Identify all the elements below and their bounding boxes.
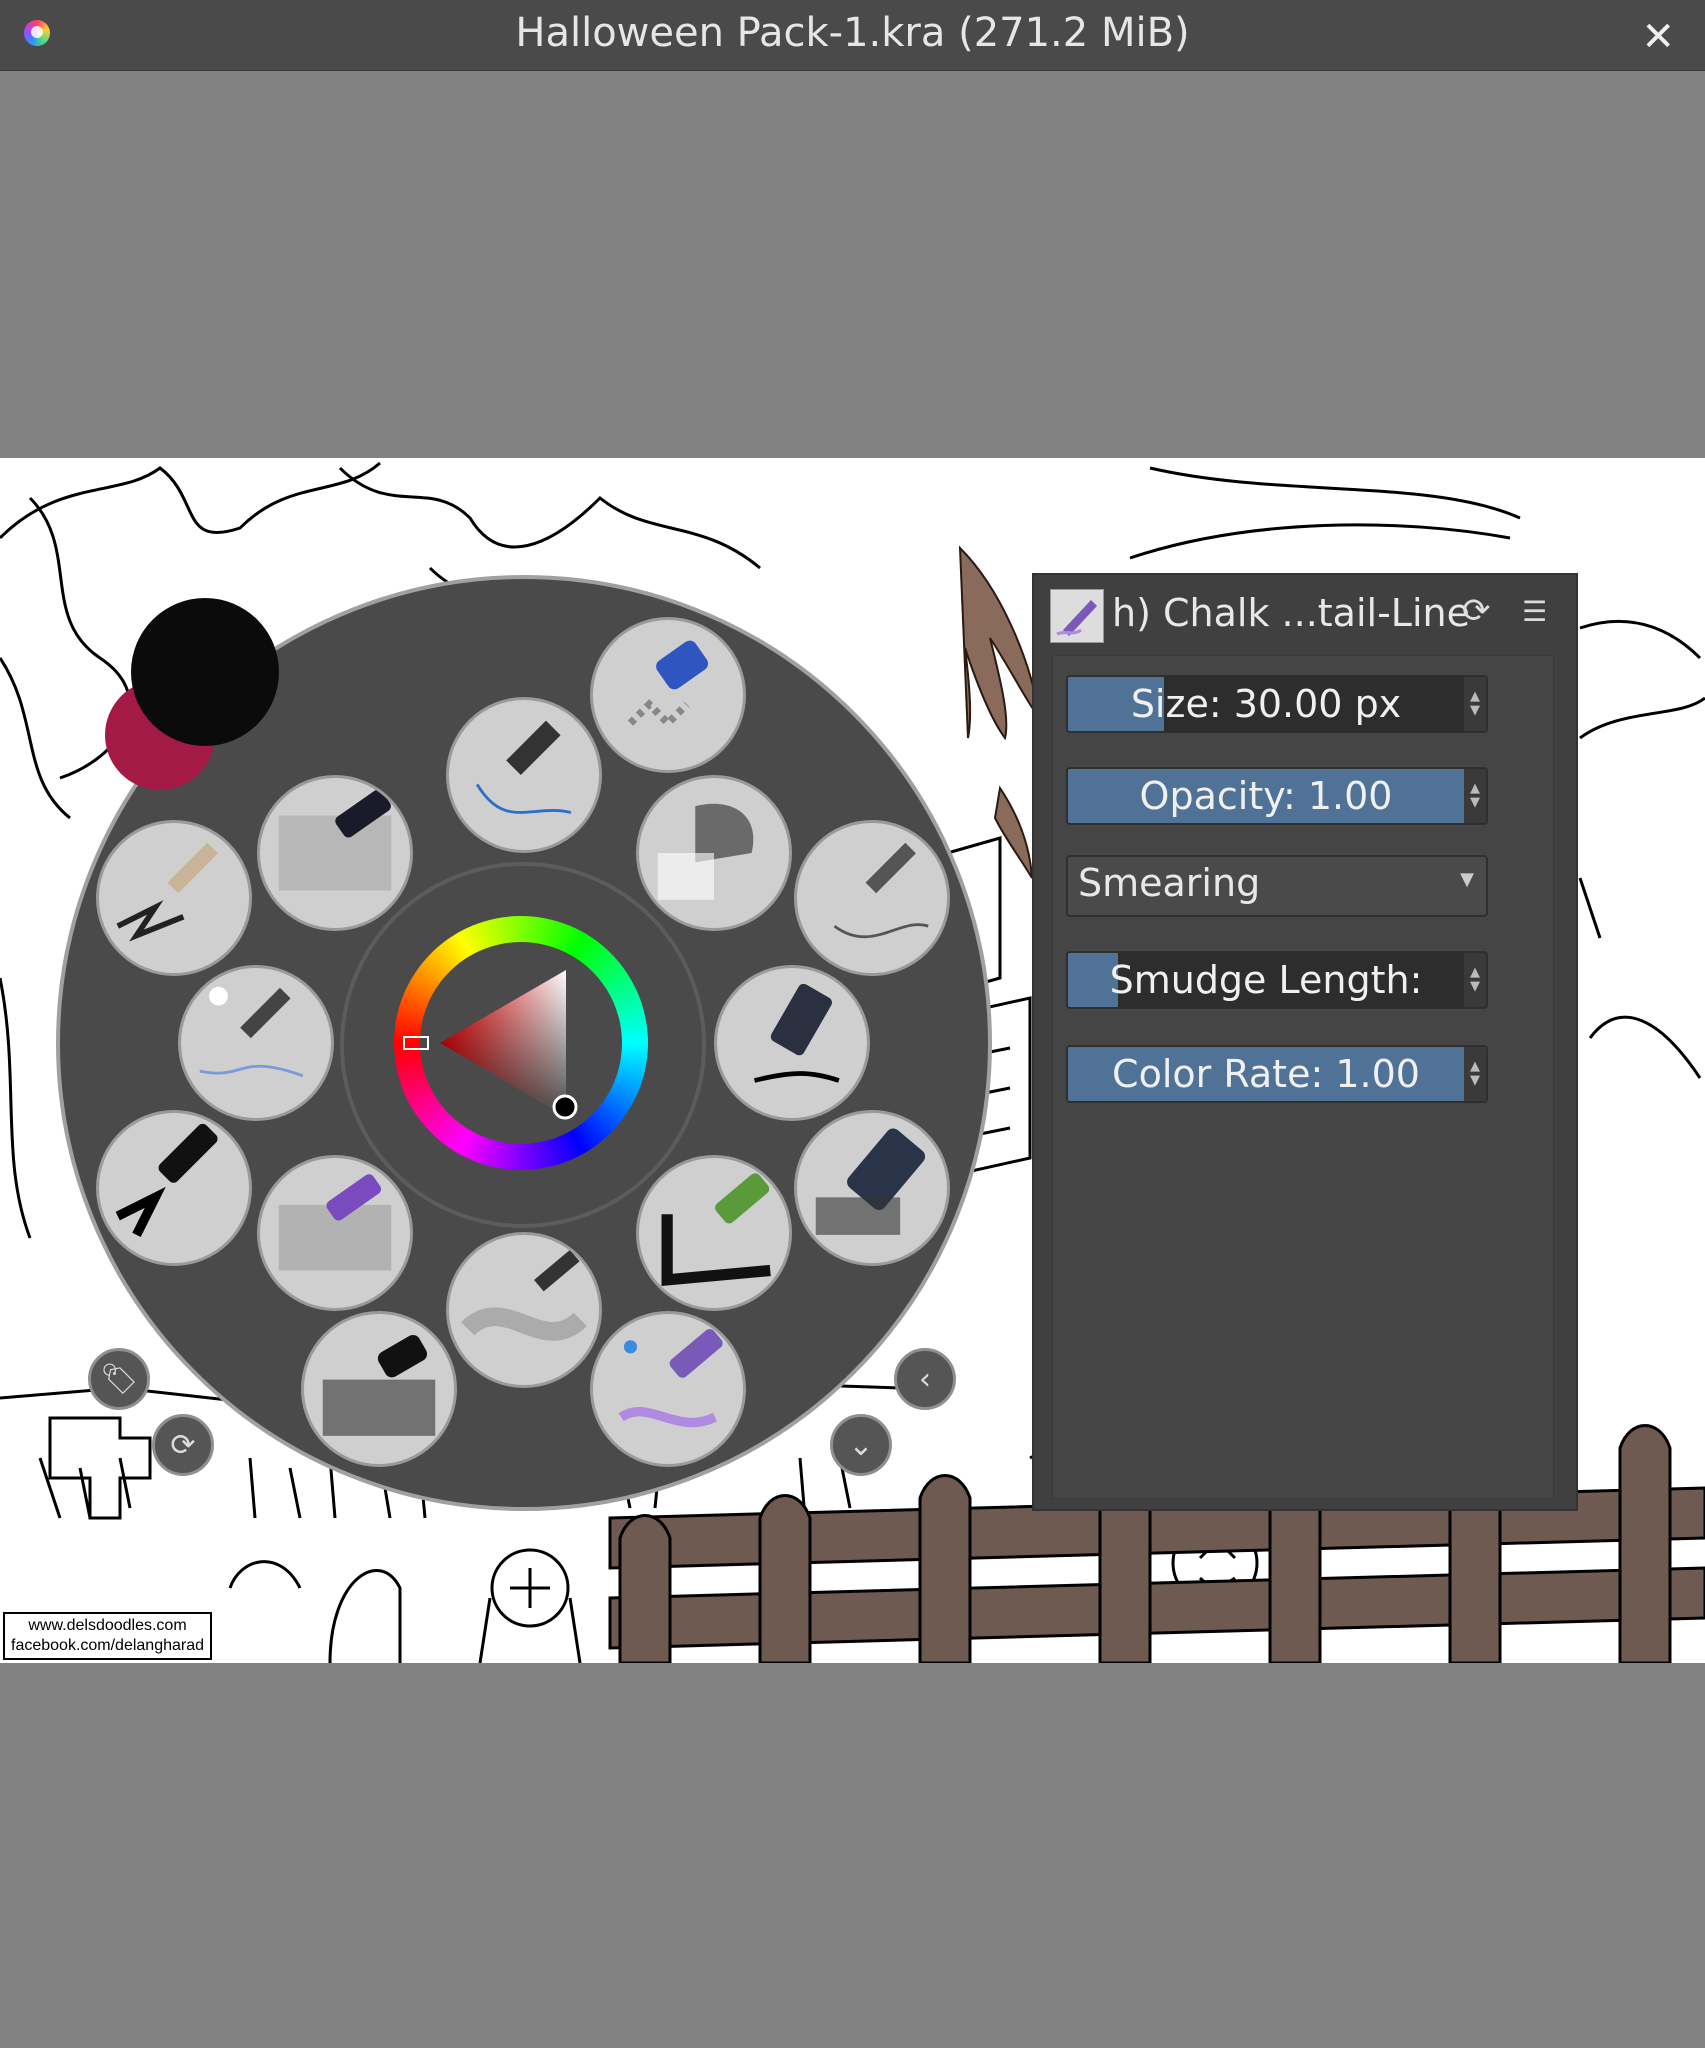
- reload-icon[interactable]: ⟳: [152, 1414, 214, 1476]
- marker-preset[interactable]: [794, 1110, 950, 1266]
- size-label: Size: 30.00 px: [1130, 682, 1402, 726]
- brush-editor-panel: h) Chalk ...tail-Line ⟳ ☰ Size: 30.00 px…: [1032, 573, 1578, 1511]
- credit-facebook: facebook.com/delangharad: [11, 1637, 205, 1654]
- green-chalk-preset[interactable]: [636, 1155, 792, 1311]
- size-spinner[interactable]: ▲ ▼: [1464, 677, 1486, 731]
- charcoal-blend-preset[interactable]: [96, 820, 252, 976]
- charcoal-stick-preset[interactable]: [96, 1110, 252, 1266]
- opacity-label: Opacity: 1.00: [1139, 774, 1393, 818]
- eraser-pen-preset[interactable]: [590, 617, 746, 773]
- chevron-down-icon[interactable]: ⌄: [830, 1414, 892, 1476]
- smudge-length-slider[interactable]: Smudge Length: 0.15 ▲▼: [1066, 951, 1488, 1009]
- preset-thumbnail: [1050, 589, 1104, 643]
- close-icon[interactable]: ✕: [1641, 14, 1675, 60]
- pencil-comment-preset[interactable]: [178, 965, 334, 1121]
- smudge-preset[interactable]: [446, 1232, 602, 1388]
- size-slider[interactable]: Size: 30.00 px ▲ ▼: [1066, 675, 1488, 733]
- color-rate-spinner[interactable]: ▲ ▼: [1464, 1047, 1486, 1101]
- charcoal-texture-preset[interactable]: [301, 1311, 457, 1467]
- opacity-slider[interactable]: Opacity: 1.00 ▲ ▼: [1066, 767, 1488, 825]
- color-rate-label: Color Rate: 1.00: [1112, 1052, 1420, 1096]
- smudge-length-spinner[interactable]: ▲ ▼: [1464, 953, 1486, 1007]
- tag-icon[interactable]: 🏷: [88, 1348, 150, 1410]
- sliders-icon[interactable]: ☰: [1522, 595, 1547, 628]
- chevron-down-icon: ▼: [1460, 869, 1474, 890]
- color-rate-slider[interactable]: Color Rate: 1.00 ▲ ▼: [1066, 1045, 1488, 1103]
- blend-mode-dropdown[interactable]: Smearing ▼: [1066, 855, 1488, 917]
- blend-mode-value: Smearing: [1078, 861, 1261, 905]
- fineliner-preset[interactable]: [794, 820, 950, 976]
- technical-pen-preset[interactable]: [714, 965, 870, 1121]
- reload-icon[interactable]: ⟳: [1462, 591, 1491, 631]
- opacity-spinner[interactable]: ▲ ▼: [1464, 769, 1486, 823]
- preset-name: h) Chalk ...tail-Line: [1112, 591, 1470, 635]
- color-wheel[interactable]: [394, 916, 648, 1170]
- blender-preset[interactable]: [257, 1155, 413, 1311]
- pencil-sketch-preset[interactable]: [257, 775, 413, 931]
- soft-eraser-preset[interactable]: [636, 775, 792, 931]
- title-bar: Halloween Pack-1.kra (271.2 MiB) ✕: [0, 0, 1705, 71]
- credit-box: www.delsdoodles.com facebook.com/delangh…: [3, 1612, 213, 1660]
- window-title: Halloween Pack-1.kra (271.2 MiB): [515, 10, 1190, 56]
- chevron-left-icon[interactable]: ‹: [894, 1348, 956, 1410]
- foreground-color-chip[interactable]: [131, 598, 279, 746]
- wet-purple-chalk-preset[interactable]: [590, 1311, 746, 1467]
- ink-pen-preset[interactable]: [446, 697, 602, 853]
- credit-website: www.delsdoodles.com: [28, 1617, 187, 1634]
- smudge-length-label: Smudge Length: 0.15: [1109, 958, 1423, 1002]
